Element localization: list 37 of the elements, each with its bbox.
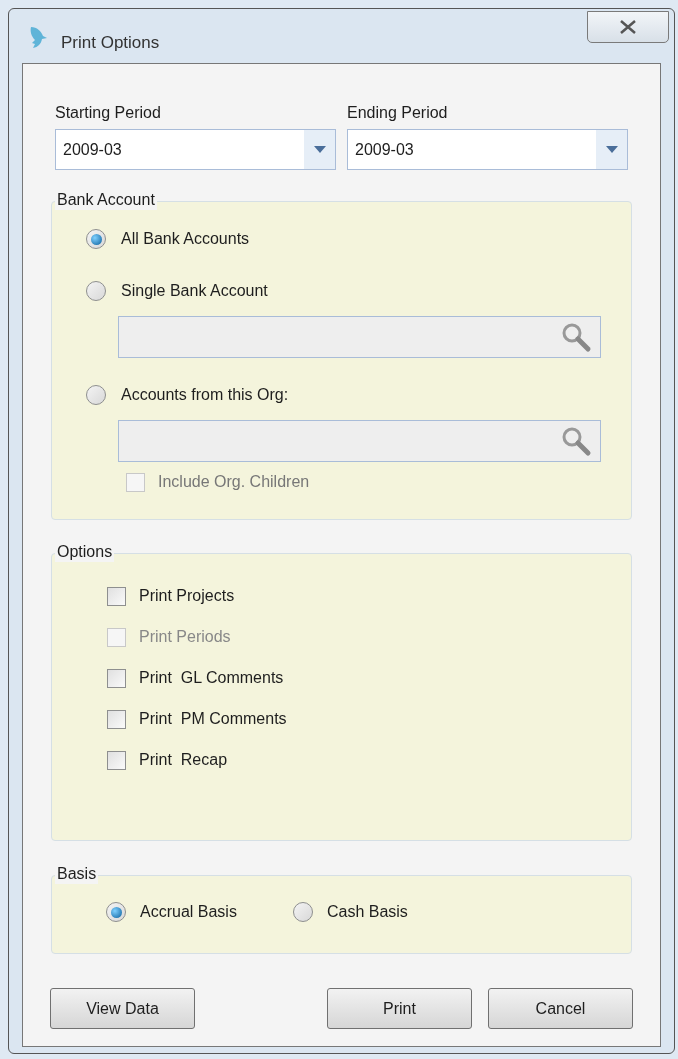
checkbox-label: Include Org. Children xyxy=(158,472,310,492)
checkbox[interactable] xyxy=(107,750,126,770)
radio-label: Single Bank Account xyxy=(121,281,268,301)
checkbox-label: Print Projects xyxy=(139,586,235,606)
period-dropdown[interactable]: 2009-03 xyxy=(55,129,336,170)
radio-button[interactable] xyxy=(106,902,126,922)
caret-icon xyxy=(605,146,618,153)
radio-button[interactable] xyxy=(86,385,106,405)
checkbox-label: Print Periods xyxy=(139,627,231,647)
checkbox-label: Print Recap xyxy=(139,750,228,770)
period-dropdown[interactable]: 2009-03 xyxy=(347,129,628,170)
field-label: Starting Period xyxy=(55,103,162,123)
group-title: Bank Account xyxy=(55,190,157,210)
dropdown-value: 2009-03 xyxy=(62,139,123,160)
checkbox-label: Print PM Comments xyxy=(139,709,287,729)
field-label: Ending Period xyxy=(347,103,449,123)
dialog-button[interactable]: Print xyxy=(327,988,472,1029)
radio-label: All Bank Accounts xyxy=(121,229,250,249)
close-button[interactable] xyxy=(587,11,669,43)
checkbox[interactable] xyxy=(107,586,126,606)
checkbox[interactable] xyxy=(107,668,126,688)
group-title: Options xyxy=(55,542,115,562)
window-title: Print Options xyxy=(61,32,160,54)
radio-label: Accounts from this Org: xyxy=(121,385,289,405)
radio-label: Cash Basis xyxy=(326,902,408,922)
close-icon xyxy=(619,20,637,34)
radio-button[interactable] xyxy=(86,281,106,301)
caret-icon xyxy=(313,146,326,153)
dialog-button[interactable]: Cancel xyxy=(488,988,633,1029)
checkbox-label: Print GL Comments xyxy=(139,668,284,688)
radio-button[interactable] xyxy=(86,229,106,249)
dialog-button[interactable]: View Data xyxy=(50,988,195,1029)
radio-button[interactable] xyxy=(292,902,313,922)
dropdown-value: 2009-03 xyxy=(354,139,415,160)
group-title: Basis xyxy=(55,864,99,884)
radio-label: Accrual Basis xyxy=(140,902,237,922)
checkbox[interactable] xyxy=(107,709,126,729)
